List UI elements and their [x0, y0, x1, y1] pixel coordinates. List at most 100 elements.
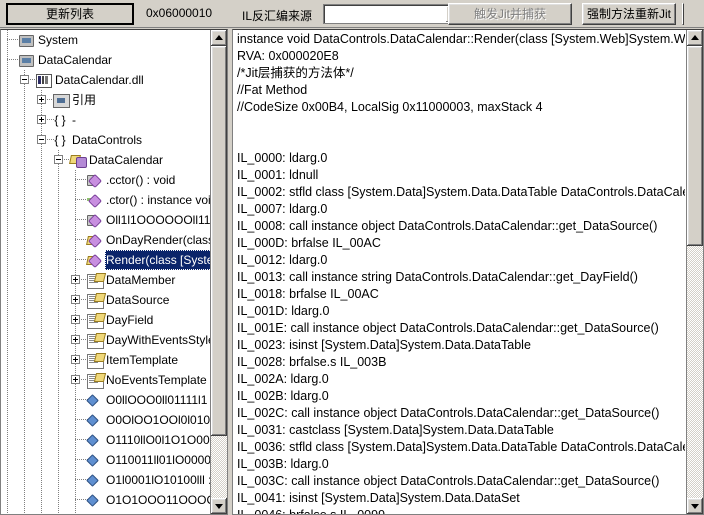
tree-item[interactable]: 引用	[1, 90, 211, 110]
property-icon	[87, 274, 104, 289]
tree-item[interactable]: Render(class [System	[1, 250, 211, 270]
tree-item[interactable]: O1110llO0l1O1O00l :	[1, 430, 211, 450]
tree-item[interactable]: DataCalendar	[1, 150, 211, 170]
tree-scroll-up-button[interactable]	[211, 30, 227, 46]
tree-guide-line	[41, 470, 42, 490]
il-code-line: IL_0013: call instance string DataContro…	[237, 270, 638, 284]
tree-scroll-thumb[interactable]	[211, 46, 227, 436]
il-code-line: /*Jit层捕获的方法体*/	[237, 66, 354, 80]
il-code-line: //Fat Method	[237, 83, 308, 97]
tree-item[interactable]: DataCalendar	[1, 50, 211, 70]
il-code-line: IL_0046: brfalse.s IL_0099	[237, 508, 386, 515]
collapse-icon[interactable]	[37, 135, 46, 144]
tree-guide-line	[41, 330, 42, 350]
tree-item[interactable]: O1O1OOO11OOOOOO1	[1, 490, 211, 510]
update-list-button[interactable]: 更新列表	[6, 3, 134, 25]
tree-item-label: O1110llO0l1O1O00l :	[106, 433, 211, 447]
tree-item-label: DataMember	[106, 273, 176, 287]
tree-guide-line	[41, 250, 42, 270]
tree-guide-line	[41, 510, 42, 514]
expand-icon[interactable]	[37, 115, 46, 124]
tree-guide-line	[75, 470, 76, 490]
assembly-tree[interactable]: System DataCalendar DataCalendar.dll 引用 { } -…	[1, 30, 211, 514]
il-source-combobox[interactable]	[323, 4, 465, 24]
collapse-icon[interactable]	[54, 155, 63, 164]
tree-guide-line	[41, 150, 42, 170]
method-token-label: 0x06000010	[146, 6, 213, 20]
tree-item[interactable]: DayWithEventsStyle	[1, 330, 211, 350]
tree-guide-line	[24, 470, 25, 490]
tree-item[interactable]: .ctor() : instance void	[1, 190, 211, 210]
code-scroll-down-button[interactable]	[687, 498, 703, 514]
expand-icon[interactable]	[71, 275, 80, 284]
tree-item[interactable]: System	[1, 30, 211, 50]
tree-item[interactable]: { } -	[1, 110, 211, 130]
il-code-line	[235, 133, 685, 150]
tree-guide-line	[7, 510, 8, 514]
trigger-jit-capture-button[interactable]: 触发Jit并捕获	[448, 3, 572, 25]
tree-item[interactable]: OnDayRender(class [S	[1, 230, 211, 250]
tree-item[interactable]: DataSource	[1, 290, 211, 310]
tree-guide-line	[41, 290, 42, 310]
tree-item-label: Render(class [System	[105, 250, 211, 270]
tree-item[interactable]: ItemTemplate	[1, 350, 211, 370]
tree-guide-line	[75, 190, 76, 210]
expand-icon[interactable]	[71, 375, 80, 384]
tree-guide-line	[41, 430, 42, 450]
tree-guide-line	[24, 490, 25, 510]
tree-guide-line	[24, 370, 25, 390]
code-vertical-scrollbar[interactable]	[686, 30, 703, 514]
code-scroll-track[interactable]	[687, 46, 703, 498]
close-button[interactable]: 关闭	[682, 3, 684, 25]
tree-item[interactable]: { } DataControls	[1, 130, 211, 150]
il-code-listing[interactable]: instance void DataControls.DataCalendar:…	[235, 31, 685, 515]
il-source-combobox-value[interactable]	[326, 7, 445, 21]
tree-item-label: NoEventsTemplate	[106, 373, 207, 387]
tree-item[interactable]: NoEventsTemplate	[1, 370, 211, 390]
tree-guide-line	[24, 510, 25, 514]
tree-item[interactable]: O0llOOO0ll01111l1 : c	[1, 390, 211, 410]
tree-item[interactable]: .cctor() : void	[1, 170, 211, 190]
tree-guide-line	[7, 310, 8, 330]
collapse-icon[interactable]	[20, 75, 29, 84]
expand-icon[interactable]	[71, 315, 80, 324]
il-code-line: IL_0012: ldarg.0	[237, 253, 328, 267]
tree-guide-line	[58, 390, 59, 410]
tree-scroll-track[interactable]	[211, 46, 227, 498]
tree-guide-line	[24, 190, 25, 210]
expand-icon[interactable]	[71, 355, 80, 364]
tree-vertical-scrollbar[interactable]	[210, 30, 227, 514]
expand-icon[interactable]	[71, 335, 80, 344]
tree-item-label: OlOO1l1O10Ol10110 :	[105, 510, 211, 514]
property-icon	[87, 354, 104, 369]
tree-item[interactable]: DataCalendar.dll	[1, 70, 211, 90]
tree-guide-line	[58, 410, 59, 430]
tree-guide-line	[58, 270, 59, 290]
tree-guide-line	[7, 250, 8, 270]
tree-guide-line	[24, 90, 25, 110]
tree-item[interactable]: O1l0001lO10100lll : cl	[1, 470, 211, 490]
force-rejit-button[interactable]: 强制方法重新Jit	[582, 3, 676, 25]
tree-item[interactable]: O0OlOO1OOl0l010Ol :	[1, 410, 211, 430]
tree-item[interactable]: O110011ll01lO0000 :	[1, 450, 211, 470]
tree-guide-line	[75, 170, 76, 190]
tree-guide-line	[7, 50, 8, 70]
property-icon	[87, 334, 104, 349]
code-scroll-thumb[interactable]	[687, 46, 703, 246]
tree-item-label: DataSource	[106, 293, 170, 307]
tree-item[interactable]: DataMember	[1, 270, 211, 290]
tree-guide-line	[7, 230, 8, 250]
tree-item[interactable]: Oll1l1OOOOOOll11l(cl	[1, 210, 211, 230]
tree-guide-line	[24, 130, 25, 150]
method-public-icon	[87, 254, 101, 267]
tree-guide-line	[75, 410, 76, 430]
code-scroll-up-button[interactable]	[687, 30, 703, 46]
tree-scroll-down-button[interactable]	[211, 498, 227, 514]
expand-icon[interactable]	[37, 95, 46, 104]
tree-item[interactable]: DayField	[1, 310, 211, 330]
tree-item-label: O0OlOO1OOl0l010Ol :	[106, 413, 211, 427]
tree-item[interactable]: OlOO1l1O10Ol10110 :	[1, 510, 211, 514]
tree-guide-line	[24, 230, 25, 250]
il-code-line: IL_003B: ldarg.0	[237, 457, 329, 471]
expand-icon[interactable]	[71, 295, 80, 304]
